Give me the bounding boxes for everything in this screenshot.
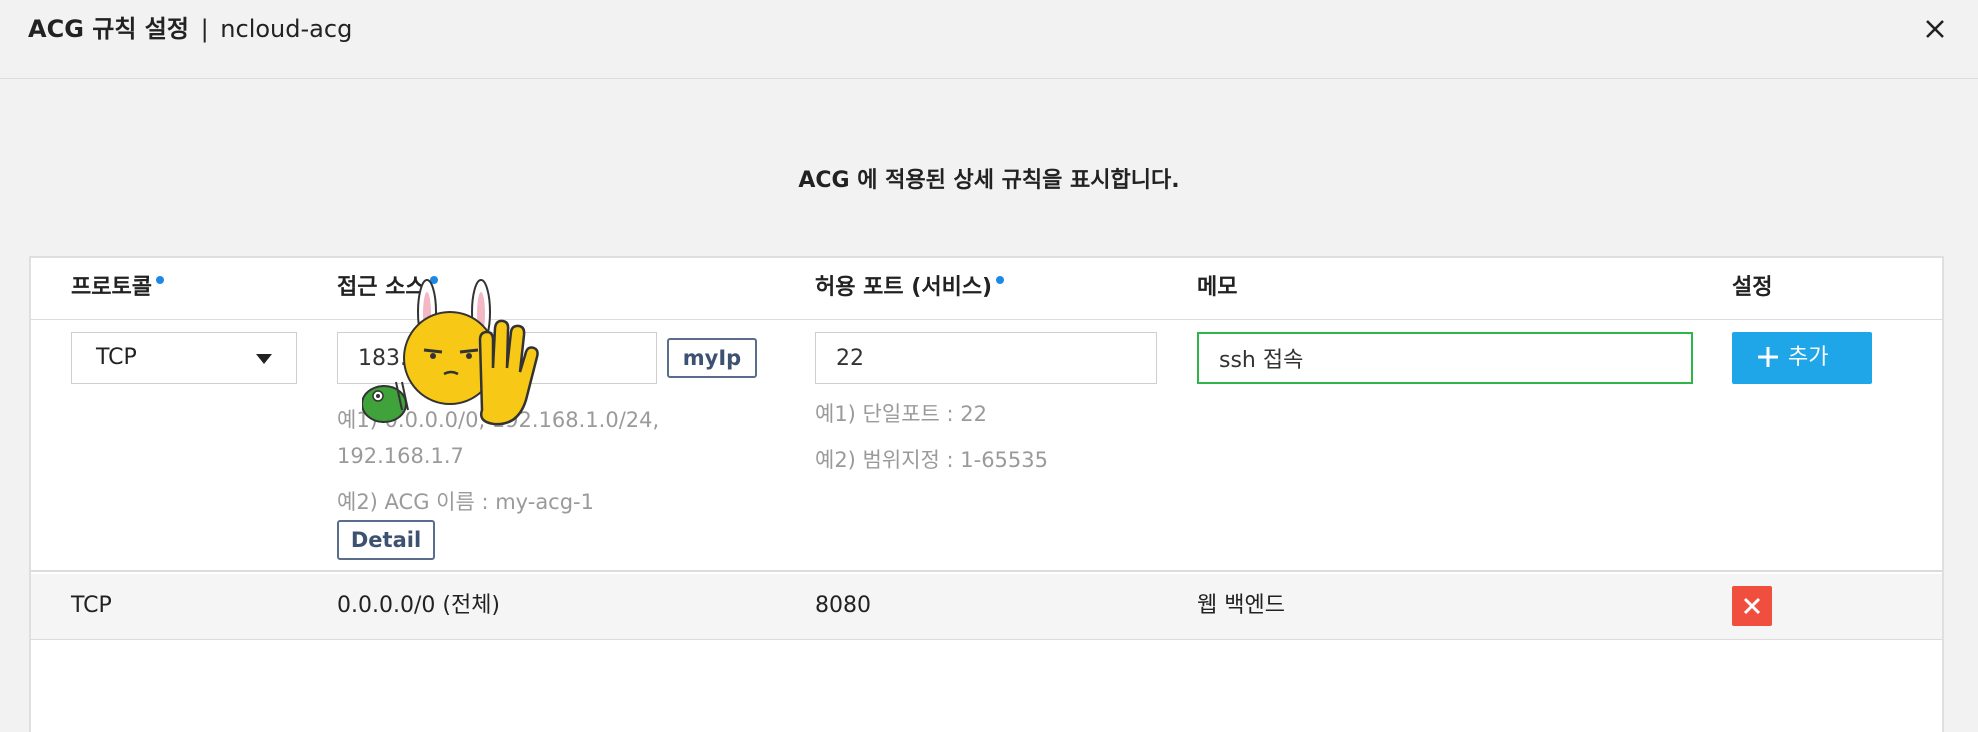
memo-input[interactable] <box>1197 332 1693 384</box>
column-header-settings: 설정 <box>1732 275 1773 300</box>
table-header: 프로토콜 접근 소스 허용 포트 (서비스) 메모 설정 <box>31 258 1942 320</box>
port-hint-2: 예2) 범위지정 : 1-65535 <box>815 448 1048 472</box>
required-dot-icon <box>996 276 1005 284</box>
source-hint-1b: 192.168.1.7 <box>337 444 464 468</box>
protocol-select-value: TCP <box>96 345 137 370</box>
required-dot-icon <box>155 276 164 284</box>
myip-button[interactable]: myIp <box>667 338 757 378</box>
rule-source: 0.0.0.0/0 (전체) <box>337 593 501 618</box>
column-header-memo: 메모 <box>1197 275 1238 300</box>
required-dot-icon <box>429 276 438 284</box>
modal-title-separator: | <box>200 15 209 43</box>
source-hint-2: 예2) ACG 이름 : my-acg-1 <box>337 490 594 514</box>
plus-icon <box>1758 347 1778 367</box>
column-label-source: 접근 소스 <box>337 275 426 300</box>
delete-rule-button[interactable] <box>1732 586 1772 626</box>
chevron-down-icon <box>256 354 272 364</box>
rule-memo: 웹 백엔드 <box>1197 593 1285 618</box>
modal-title-name: ncloud-acg <box>220 15 353 43</box>
page-description: ACG 에 적용된 상세 규칙을 표시합니다. <box>798 168 1180 193</box>
column-header-protocol: 프로토콜 <box>71 274 164 302</box>
column-header-port: 허용 포트 (서비스) <box>815 274 1005 302</box>
acg-rules-table: 프로토콜 접근 소스 허용 포트 (서비스) 메모 설정 TCP myIp 예1… <box>29 256 1944 732</box>
rule-port: 8080 <box>815 593 871 618</box>
column-header-source: 접근 소스 <box>337 274 438 302</box>
protocol-select[interactable]: TCP <box>71 332 297 384</box>
rule-protocol: TCP <box>71 593 112 618</box>
modal-title-bold: ACG 규칙 설정 <box>28 15 189 43</box>
close-icon[interactable] <box>1920 14 1950 44</box>
detail-button[interactable]: Detail <box>337 520 435 560</box>
modal-title: ACG 규칙 설정 | ncloud-acg <box>28 14 352 44</box>
modal-header: ACG 규칙 설정 | ncloud-acg <box>0 0 1978 79</box>
add-rule-button[interactable]: 추가 <box>1732 332 1872 384</box>
add-rule-label: 추가 <box>1788 345 1829 370</box>
rule-input-row: TCP myIp 예1) 0.0.0.0/0, 192.168.1.0/24, … <box>31 320 1942 572</box>
source-input[interactable] <box>337 332 657 384</box>
source-hint-1: 예1) 0.0.0.0/0, 192.168.1.0/24, <box>337 408 660 432</box>
table-row: TCP 0.0.0.0/0 (전체) 8080 웹 백엔드 <box>31 574 1942 640</box>
port-hint-1: 예1) 단일포트 : 22 <box>815 402 987 426</box>
close-icon <box>1743 597 1761 615</box>
column-label-port: 허용 포트 (서비스) <box>815 275 993 300</box>
column-label-protocol: 프로토콜 <box>71 275 152 300</box>
port-input[interactable] <box>815 332 1157 384</box>
